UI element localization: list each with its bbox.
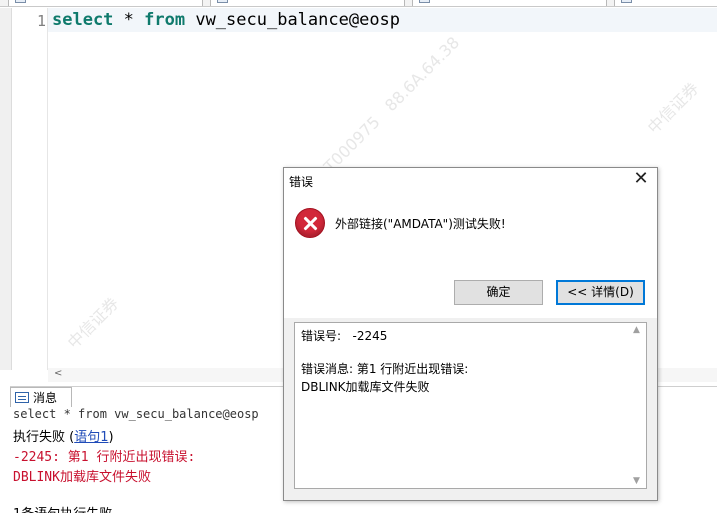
line-number-gutter bbox=[12, 8, 48, 370]
message-error-detail: DBLINK加载库文件失败 bbox=[13, 470, 151, 485]
tab-messages[interactable]: 消息 bbox=[10, 387, 72, 407]
tab-messages-label: 消息 bbox=[33, 391, 58, 405]
editor-tab[interactable] bbox=[8, 0, 203, 6]
editor-tab[interactable] bbox=[412, 0, 607, 6]
sql-code-line[interactable]: select * from vw_secu_balance@eosp bbox=[52, 10, 400, 30]
line-number: 1 bbox=[36, 12, 46, 30]
chevron-down-icon[interactable]: ▼ bbox=[633, 476, 640, 486]
chevron-up-icon[interactable]: ▲ bbox=[633, 325, 640, 335]
error-dialog: 错误 ✕ 外部链接("AMDATA")测试失败! 确定 << 详情(D) 错误号… bbox=[283, 167, 658, 501]
sql-file-icon bbox=[15, 0, 26, 3]
keyword-from: from bbox=[144, 10, 186, 30]
editor-tab-strip bbox=[0, 0, 717, 7]
detail-error-reason: DBLINK加载库文件失败 bbox=[301, 380, 430, 394]
keyword-select: select bbox=[52, 10, 114, 30]
exec-failed-text: 执行失败 ( bbox=[13, 430, 75, 445]
message-sql-line: select * from vw_secu_balance@eosp bbox=[13, 407, 259, 421]
dialog-message: 外部链接("AMDATA")测试失败! bbox=[335, 217, 506, 231]
code-table-name: vw_secu_balance@eosp bbox=[185, 10, 401, 30]
close-icon[interactable]: ✕ bbox=[631, 169, 651, 189]
code-star: * bbox=[113, 10, 145, 30]
message-error-code: -2245: 第1 行附近出现错误: bbox=[13, 450, 196, 465]
sql-file-icon bbox=[217, 0, 228, 3]
statement-link[interactable]: 语句1 bbox=[74, 430, 108, 445]
details-button[interactable]: << 详情(D) bbox=[556, 280, 645, 305]
message-summary: 1条语句执行失败 bbox=[13, 503, 112, 513]
dialog-title: 错误 bbox=[289, 175, 314, 189]
message-list-icon bbox=[15, 392, 29, 403]
error-details-box[interactable]: 错误号: -2245 错误消息: 第1 行附近出现错误: DBLINK加载库文件… bbox=[294, 322, 647, 489]
editor-tab[interactable] bbox=[210, 0, 405, 6]
chevron-left-icon[interactable]: < bbox=[54, 368, 62, 379]
sql-file-icon bbox=[419, 0, 430, 3]
exec-failed-suffix: ) bbox=[108, 430, 114, 445]
detail-error-number: 错误号: -2245 bbox=[301, 329, 388, 343]
editor-tab[interactable] bbox=[614, 0, 717, 6]
editor-margin bbox=[0, 8, 12, 370]
error-circle-icon bbox=[295, 208, 325, 238]
vertical-scrollbar[interactable]: ▲ ▼ bbox=[629, 323, 646, 488]
detail-error-message: 错误消息: 第1 行附近出现错误: bbox=[301, 362, 469, 376]
message-exec-failed: 执行失败 (语句1) bbox=[13, 426, 114, 445]
ok-button[interactable]: 确定 bbox=[454, 280, 543, 305]
dialog-titlebar[interactable]: 错误 ✕ bbox=[284, 168, 657, 191]
sql-file-icon bbox=[621, 0, 632, 3]
